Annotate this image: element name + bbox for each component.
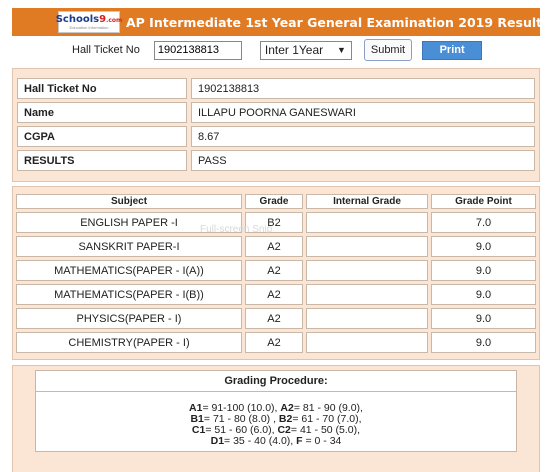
lookup-form: Hall Ticket No Inter 1Year ▼ Submit Prin… [12,38,540,62]
logo-brand: Schools [55,13,100,25]
internal-grade-cell [306,260,428,281]
subject-cell: MATHEMATICS(PAPER - I(B)) [16,284,242,305]
grading-scale: A1= 91-100 (10.0), A2= 81 - 90 (9.0), B1=… [36,392,516,451]
marks-row: MATHEMATICS(PAPER - I(A)) A2 9.0 [16,260,536,281]
grade-point-cell: 9.0 [431,284,536,305]
internal-grade-cell [306,236,428,257]
year-select-value: Inter 1Year [264,43,324,57]
info-value: 1902138813 [191,78,535,99]
grade-cell: A2 [245,332,303,353]
grade-point-cell: 9.0 [431,236,536,257]
hall-ticket-label: Hall Ticket No [72,44,140,56]
subject-cell: SANSKRIT PAPER-I [16,236,242,257]
internal-grade-cell [306,212,428,233]
info-row: Name ILLAPU POORNA GANESWARI [17,102,535,123]
grade-point-cell: 9.0 [431,308,536,329]
print-button[interactable]: Print [422,40,483,60]
grading-procedure: Grading Procedure: A1= 91-100 (10.0), A2… [35,370,517,452]
info-row: CGPA 8.67 [17,126,535,147]
grade-point-cell: 7.0 [431,212,536,233]
col-internal-grade: Internal Grade [306,194,428,209]
grading-line: D1= 35 - 40 (4.0), F = 0 - 34 [36,436,516,447]
logo-com: .com [106,16,123,24]
subject-cell: CHEMISTRY(PAPER - I) [16,332,242,353]
marks-header-row: Subject Grade Internal Grade Grade Point [16,194,536,209]
grade-code: D1 [210,435,225,447]
hall-ticket-input[interactable] [153,40,242,60]
marks-table: Subject Grade Internal Grade Grade Point… [13,191,539,356]
internal-grade-cell [306,308,428,329]
marks-row: CHEMISTRY(PAPER - I) A2 9.0 [16,332,536,353]
info-value: ILLAPU POORNA GANESWARI [191,102,535,123]
grade-range: = 35 - 40 (4.0), [224,435,297,447]
grade-point-cell: 9.0 [431,332,536,353]
grade-cell: A2 [245,260,303,281]
col-subject: Subject [16,194,242,209]
info-value: 8.67 [191,126,535,147]
marks-row: MATHEMATICS(PAPER - I(B)) A2 9.0 [16,284,536,305]
grade-point-cell: 9.0 [431,260,536,281]
student-info-panel: Hall Ticket No 1902138813 Name ILLAPU POORN… [12,68,540,182]
logo-tagline: Education Information [69,24,109,30]
results-header: Schools9.com Education Information AP In… [12,8,550,36]
marks-row: ENGLISH PAPER -I B2 7.0 [16,212,536,233]
schools9-logo[interactable]: Schools9.com Education Information [55,11,123,33]
info-value: PASS [191,150,535,171]
subject-cell: MATHEMATICS(PAPER - I(A)) [16,260,242,281]
submit-button[interactable]: Submit [363,39,413,61]
year-select[interactable]: Inter 1Year ▼ [259,40,352,60]
grading-panel: Grading Procedure: A1= 91-100 (10.0), A2… [12,365,540,472]
col-grade-point: Grade Point [431,194,536,209]
grading-title: Grading Procedure: [36,371,516,392]
info-row: RESULTS PASS [17,150,535,171]
marks-row: SANSKRIT PAPER-I A2 9.0 [16,236,536,257]
internal-grade-cell [306,332,428,353]
grade-cell: A2 [245,284,303,305]
snip-watermark: Full-screen Snip [200,224,273,235]
grade-code: C1 [191,424,206,436]
info-key: Hall Ticket No [17,78,187,99]
subject-cell: PHYSICS(PAPER - I) [16,308,242,329]
grade-cell: A2 [245,308,303,329]
info-key: Name [17,102,187,123]
info-row: Hall Ticket No 1902138813 [17,78,535,99]
info-key: CGPA [17,126,187,147]
internal-grade-cell [306,284,428,305]
info-key: RESULTS [17,150,187,171]
chevron-down-icon: ▼ [336,45,346,55]
marks-panel: Subject Grade Internal Grade Grade Point… [12,186,540,360]
page-title: AP Intermediate 1st Year General Examina… [126,14,550,30]
grade-range: = 0 - 34 [302,435,342,447]
marks-row: PHYSICS(PAPER - I) A2 9.0 [16,308,536,329]
student-info-table: Hall Ticket No 1902138813 Name ILLAPU POORN… [13,75,539,174]
col-grade: Grade [245,194,303,209]
grade-cell: A2 [245,236,303,257]
